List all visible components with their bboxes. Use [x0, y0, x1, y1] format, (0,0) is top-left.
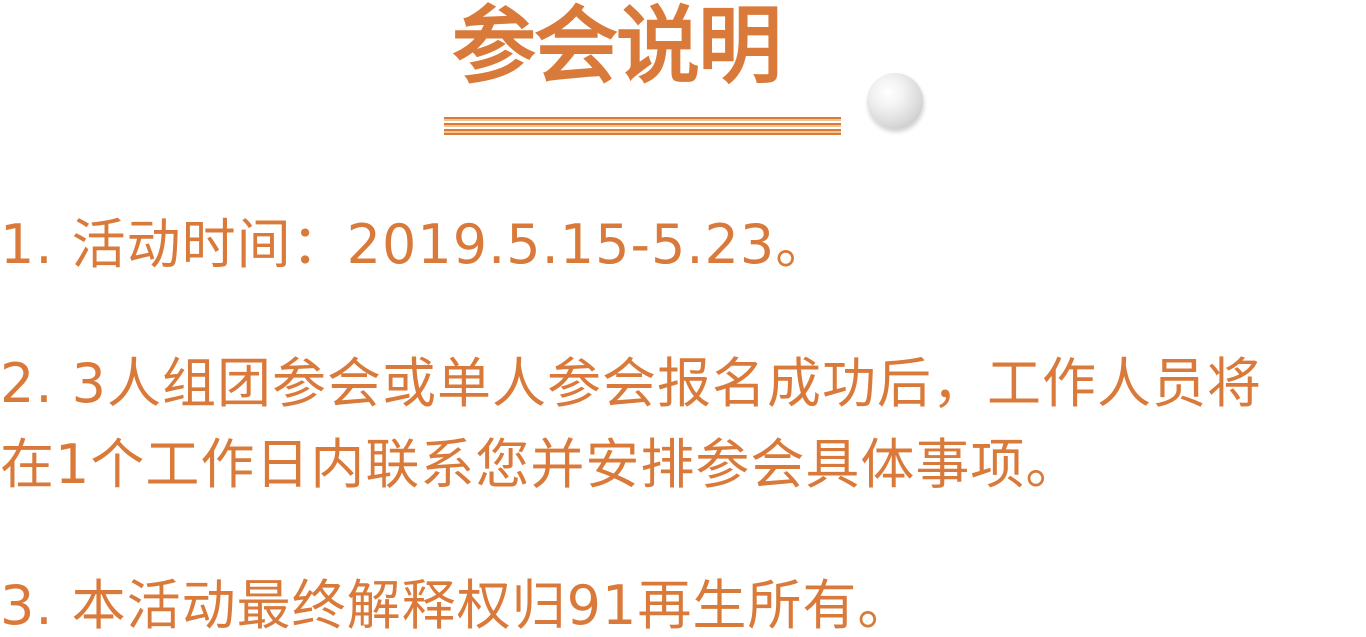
note-2-line-2: 在1个工作日内联系您并安排参会具体事项。 — [0, 433, 1081, 496]
note-3: 3. 本活动最终解释权归91再生所有。 — [0, 574, 913, 637]
page-title: 参会说明 — [452, 0, 782, 95]
title-underline — [444, 117, 841, 135]
note-1: 1. 活动时间：2019.5.15-5.23。 — [0, 213, 831, 276]
decorative-ball — [867, 73, 923, 129]
note-2-line-1: 2. 3人组团参会或单人参会报名成功后，工作人员将 — [0, 352, 1263, 415]
